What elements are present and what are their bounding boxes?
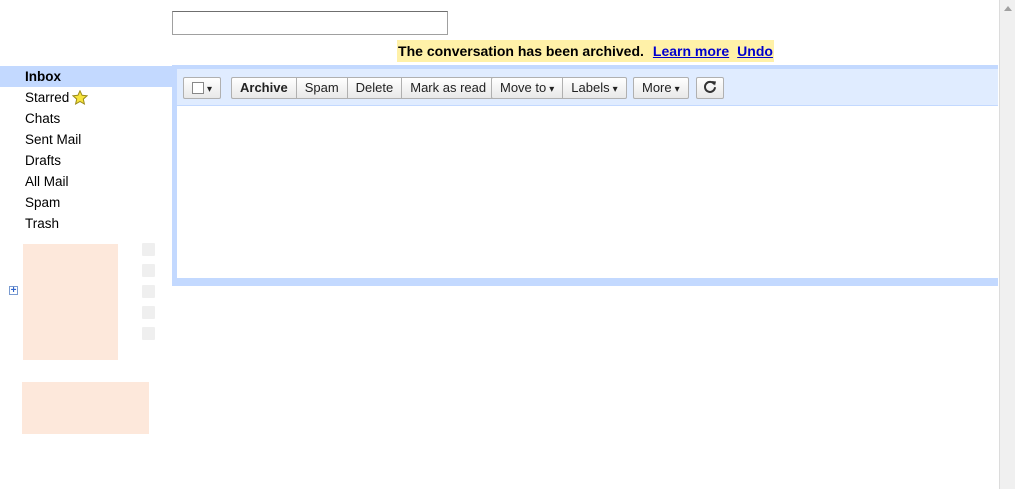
more-group: More ▾ — [633, 77, 689, 99]
sidebar-item-label: Drafts — [25, 153, 62, 168]
gadget-placeholder — [23, 244, 118, 360]
chevron-down-icon: ▾ — [207, 84, 213, 95]
vertical-scrollbar[interactable] — [999, 0, 1015, 489]
scroll-up-arrow-icon[interactable] — [1004, 6, 1012, 11]
sidebar-item-label: Sent Mail — [25, 132, 82, 147]
sidebar-item-label: All Mail — [25, 174, 69, 189]
move-to-button[interactable]: Move to ▾ — [491, 77, 563, 99]
sidebar-item-label: Trash — [25, 216, 60, 231]
chevron-down-icon: ▾ — [549, 84, 555, 95]
sidebar-item-all-mail[interactable]: All Mail — [0, 171, 172, 192]
select-group: ▾ — [183, 77, 222, 99]
learn-more-link[interactable]: Learn more — [653, 43, 729, 59]
toolbar: ▾ Archive Spam Delete Mark as read Move … — [177, 69, 998, 106]
more-button[interactable]: More ▾ — [633, 77, 689, 99]
action-group: Archive Spam Delete Mark as read — [231, 77, 496, 99]
placeholder-dot — [142, 327, 155, 340]
archive-notice: The conversation has been archived. Lear… — [397, 40, 774, 62]
search-input[interactable] — [172, 11, 448, 35]
gadget-placeholder — [22, 382, 149, 434]
sidebar-item-inbox[interactable]: Inbox — [0, 66, 172, 87]
placeholder-dot — [142, 306, 155, 319]
select-checkbox-button[interactable]: ▾ — [183, 77, 222, 99]
sidebar-item-sent-mail[interactable]: Sent Mail — [0, 129, 172, 150]
sidebar-item-trash[interactable]: Trash — [0, 213, 172, 234]
mark-as-read-button[interactable]: Mark as read — [401, 77, 496, 99]
archive-button[interactable]: Archive — [231, 77, 296, 99]
labels-button[interactable]: Labels ▾ — [562, 77, 627, 99]
sidebar-item-label: Starred — [25, 90, 70, 105]
refresh-icon — [703, 80, 717, 95]
refresh-button[interactable] — [696, 77, 724, 99]
placeholder-dot — [142, 285, 155, 298]
button-label: More — [642, 80, 672, 95]
placeholder-dot — [142, 243, 155, 256]
sidebar-item-spam[interactable]: Spam — [0, 192, 172, 213]
chevron-down-icon: ▾ — [674, 84, 680, 95]
gadget-placeholder-dots — [142, 243, 155, 348]
notice-message: The conversation has been archived. — [398, 43, 644, 59]
delete-button[interactable]: Delete — [346, 77, 402, 99]
placeholder-dot — [142, 264, 155, 277]
undo-link[interactable]: Undo — [737, 43, 773, 59]
sidebar-item-label: Chats — [25, 111, 61, 126]
checkbox[interactable] — [192, 82, 204, 94]
message-list: ▾ Archive Spam Delete Mark as read Move … — [177, 69, 998, 278]
button-label: Labels — [571, 80, 610, 95]
sidebar-item-label: Spam — [25, 195, 61, 210]
plus-icon[interactable]: + — [9, 286, 18, 296]
sidebar-nav: Inbox Starred Chats Sent Mail Drafts All… — [0, 66, 172, 234]
sidebar-item-chats[interactable]: Chats — [0, 108, 172, 129]
sidebar-item-starred[interactable]: Starred — [0, 87, 172, 108]
spam-button[interactable]: Spam — [295, 77, 347, 99]
button-label: Move to — [500, 80, 547, 95]
refresh-group — [696, 77, 724, 99]
sidebar-item-label: Inbox — [25, 69, 61, 84]
star-icon — [72, 89, 89, 111]
message-list-panel: ▾ Archive Spam Delete Mark as read Move … — [172, 65, 998, 286]
sidebar-item-drafts[interactable]: Drafts — [0, 150, 172, 171]
organize-group: Move to ▾ Labels ▾ — [491, 77, 627, 99]
chevron-down-icon: ▾ — [612, 84, 618, 95]
